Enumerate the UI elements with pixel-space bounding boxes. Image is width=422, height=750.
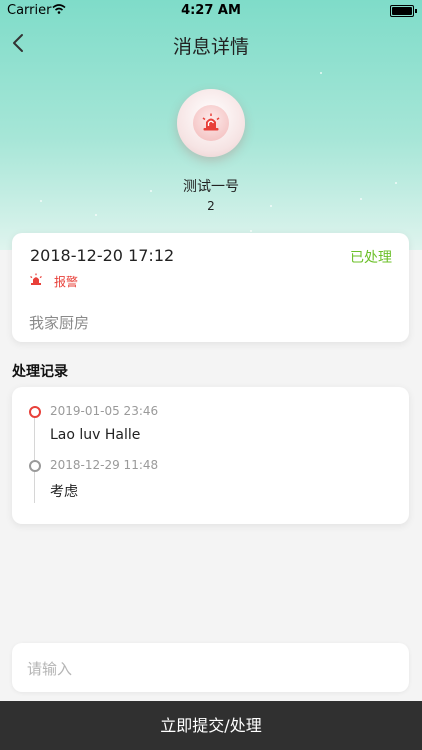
- status-badge: 已处理: [350, 250, 392, 266]
- message-location: 我家厨房: [29, 314, 90, 332]
- comment-input[interactable]: [25, 656, 399, 682]
- navigation-bar: 消息详情: [0, 24, 422, 64]
- device-name: 测试一号: [183, 179, 239, 195]
- timeline-dot-active: [29, 406, 41, 418]
- clock: 4:27 AM: [181, 3, 241, 18]
- alarm-siren-icon: [202, 113, 220, 131]
- message-type: 报警: [54, 275, 79, 289]
- device-number: 2: [207, 199, 215, 213]
- record-text: Lao luv Halle: [50, 427, 141, 443]
- alarm-icon: [30, 273, 42, 285]
- record-time: 2018-12-29 11:48: [50, 458, 159, 472]
- page-title: 消息详情: [172, 36, 249, 58]
- status-bar: Carrier 4:27 AM: [0, 0, 422, 22]
- records-card: 2019-01-05 23:46 Lao luv Halle 2018-12-2…: [12, 387, 409, 524]
- records-section-title: 处理记录: [12, 364, 68, 380]
- submit-button[interactable]: 立即提交/处理: [0, 701, 422, 750]
- record-text: 考虑: [50, 484, 78, 500]
- battery-icon: [390, 5, 417, 17]
- message-card: 2018-12-20 17:12 已处理 报警 我家厨房: [12, 233, 409, 342]
- timeline-dot: [29, 460, 41, 472]
- record-time: 2019-01-05 23:46: [50, 404, 159, 418]
- comment-input-container: [12, 643, 409, 692]
- message-time: 2018-12-20 17:12: [30, 246, 175, 265]
- device-alarm-badge: [177, 89, 245, 157]
